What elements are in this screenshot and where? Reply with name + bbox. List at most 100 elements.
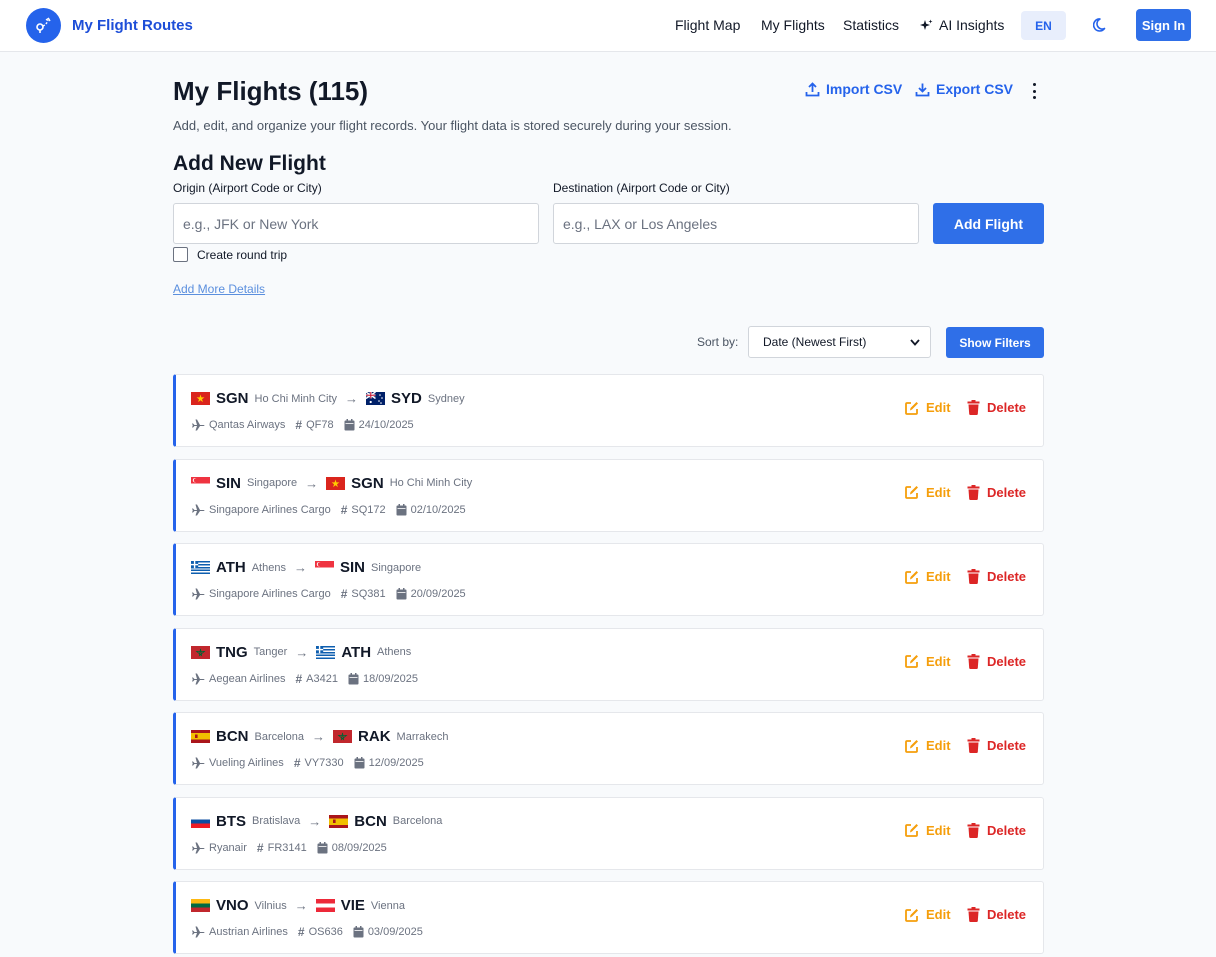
origin-flag-icon	[191, 899, 210, 912]
flight-meta: Aegean Airlines # A3421 18/09/2025	[191, 672, 428, 686]
edit-button[interactable]: Edit	[905, 823, 951, 838]
edit-button[interactable]: Edit	[905, 569, 951, 584]
moon-icon[interactable]	[1092, 16, 1110, 34]
hash-icon: #	[340, 587, 348, 601]
destination-code: SGN	[351, 474, 384, 492]
origin-flag-icon	[191, 392, 210, 405]
nav-ai-insights[interactable]: AI Insights	[920, 17, 1004, 33]
edit-icon	[905, 655, 918, 668]
language-button[interactable]: EN	[1021, 11, 1066, 40]
edit-button[interactable]: Edit	[905, 485, 951, 500]
trash-icon	[967, 484, 980, 500]
edit-button[interactable]: Edit	[905, 654, 951, 669]
edit-button[interactable]: Edit	[905, 907, 951, 922]
destination-code: SIN	[339, 559, 365, 576]
destination-flag-icon	[366, 392, 386, 405]
plane-icon	[192, 926, 205, 938]
edit-icon	[905, 739, 918, 753]
flight-card: BCN Barcelona → RAK Marrakech Vueling Ai…	[173, 712, 1044, 785]
destination-label: Destination (Airport Code or City)	[553, 181, 730, 195]
calendar-icon	[354, 757, 365, 769]
nav-flight-map[interactable]: Flight Map	[675, 17, 740, 33]
flight-route: BCN Barcelona → RAK Marrakech	[191, 728, 457, 745]
hash-icon: #	[340, 502, 348, 517]
origin-city: Ho Chi Minh City	[254, 392, 338, 405]
flight-date: 12/09/2025	[368, 757, 424, 769]
nav-my-flights[interactable]: My Flights	[761, 17, 825, 33]
edit-button[interactable]: Edit	[905, 738, 951, 753]
origin-city: Bratislava	[252, 815, 301, 827]
delete-button[interactable]: Delete	[967, 653, 1027, 669]
flight-number: SQ381	[351, 588, 386, 600]
delete-label: Delete	[987, 907, 1027, 922]
nav-statistics[interactable]: Statistics	[843, 17, 899, 33]
hash-icon: #	[297, 925, 305, 939]
delete-label: Delete	[987, 400, 1027, 415]
delete-label: Delete	[987, 484, 1027, 500]
page-subtitle: Add, edit, and organize your flight reco…	[173, 118, 732, 133]
sign-in-button[interactable]: Sign In	[1136, 9, 1191, 41]
import-csv-button[interactable]: Import CSV	[805, 81, 902, 97]
delete-button[interactable]: Delete	[967, 400, 1026, 415]
hash-icon: #	[295, 671, 303, 686]
route-arrow-icon: →	[308, 813, 322, 829]
delete-label: Delete	[987, 822, 1027, 838]
destination-flag-icon	[315, 899, 335, 912]
delete-button[interactable]: Delete	[967, 738, 1026, 753]
flight-card: ATH Athens → SIN Singapore Singapore Air…	[173, 543, 1044, 616]
destination-code: RAK	[358, 728, 391, 745]
flight-route: ATH Athens → SIN Singapore	[191, 559, 429, 576]
flight-date: 24/10/2025	[358, 419, 414, 431]
edit-label: Edit	[926, 822, 951, 838]
trash-icon	[967, 822, 980, 838]
more-options-icon[interactable]	[1028, 83, 1040, 99]
origin-input[interactable]	[173, 203, 539, 244]
flight-number: FR3141	[267, 841, 307, 854]
destination-flag-icon	[326, 476, 346, 490]
flight-number: QF78	[306, 419, 334, 431]
plane-icon	[192, 504, 205, 515]
destination-city: Marrakech	[396, 730, 449, 743]
delete-button[interactable]: Delete	[967, 822, 1027, 838]
plane-icon	[192, 842, 205, 853]
plane-icon	[192, 673, 205, 684]
route-arrow-icon: →	[305, 475, 319, 491]
route-arrow-icon: →	[293, 560, 307, 575]
export-csv-button[interactable]: Export CSV	[915, 81, 1013, 97]
delete-button[interactable]: Delete	[967, 569, 1026, 584]
destination-city: Singapore	[370, 561, 422, 574]
delete-label: Delete	[987, 653, 1027, 669]
calendar-icon	[317, 841, 328, 853]
destination-input[interactable]	[553, 203, 919, 244]
flight-date: 20/09/2025	[410, 588, 466, 600]
origin-flag-icon	[191, 645, 210, 659]
show-filters-button[interactable]: Show Filters	[946, 327, 1044, 358]
add-more-details-link[interactable]: Add More Details	[173, 282, 265, 296]
sort-select[interactable]: Date (Newest First)	[748, 326, 931, 358]
delete-button[interactable]: Delete	[967, 907, 1026, 922]
origin-city: Athens	[251, 561, 286, 574]
round-trip-label: Create round trip	[197, 248, 288, 262]
sort-label: Sort by:	[697, 335, 739, 349]
airline-name: Singapore Airlines Cargo	[209, 503, 331, 516]
edit-icon	[905, 824, 918, 837]
origin-flag-icon	[191, 476, 210, 490]
round-trip-checkbox[interactable]	[173, 247, 188, 262]
chevron-down-icon	[910, 338, 920, 346]
flight-route: TNG Tanger → ATH Athens	[191, 644, 419, 661]
brand[interactable]: My Flight Routes	[26, 8, 193, 43]
destination-code: BCN	[354, 812, 387, 830]
add-flight-button[interactable]: Add Flight	[933, 203, 1044, 244]
calendar-icon	[348, 672, 359, 684]
hash-icon: #	[256, 840, 264, 855]
flight-meta: Austrian Airlines # OS636 03/09/2025	[191, 925, 433, 939]
edit-button[interactable]: Edit	[905, 400, 951, 415]
flight-meta: Vueling Airlines # VY7330 12/09/2025	[191, 756, 434, 770]
destination-city: Ho Chi Minh City	[389, 477, 473, 489]
flight-list: SGN Ho Chi Minh City → SYD Sydney Qantas…	[173, 374, 1044, 957]
delete-button[interactable]: Delete	[967, 484, 1027, 500]
destination-flag-icon	[329, 814, 349, 828]
import-csv-label: Import CSV	[826, 81, 903, 97]
destination-city: Vienna	[370, 899, 405, 912]
edit-label: Edit	[926, 569, 951, 584]
